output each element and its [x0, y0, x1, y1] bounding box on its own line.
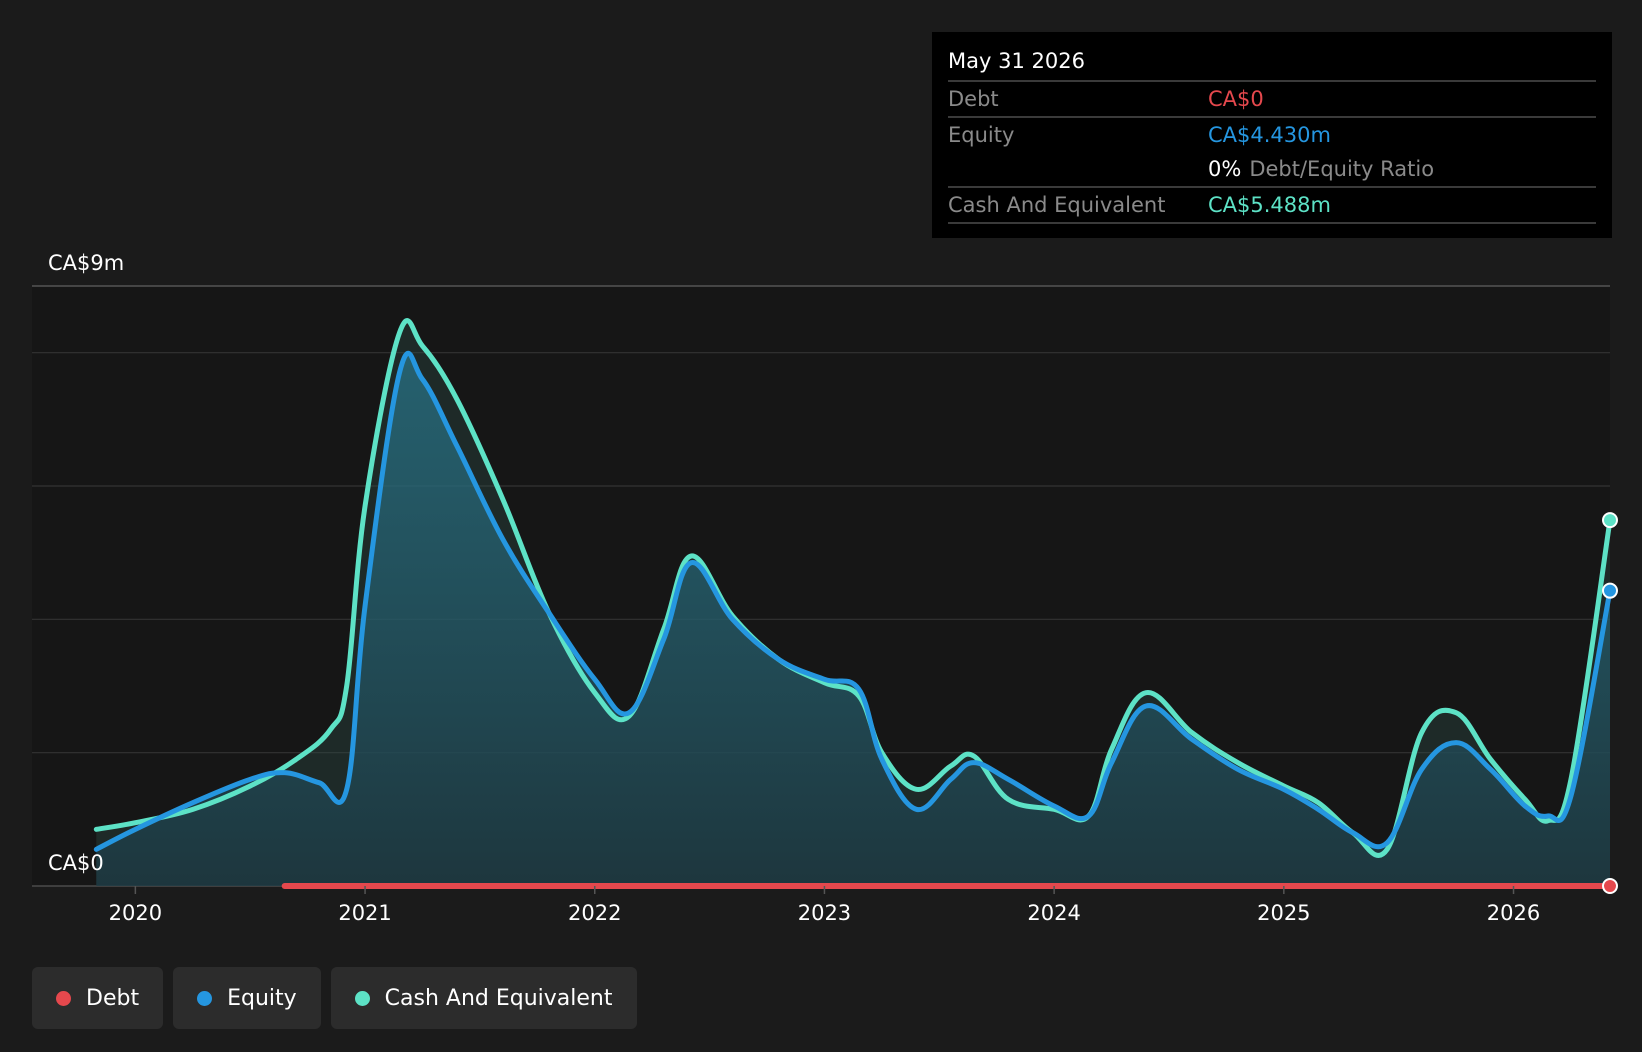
- chart-legend: Debt Equity Cash And Equivalent: [32, 967, 637, 1029]
- x-tick-label: 2026: [1487, 901, 1540, 925]
- tooltip-equity-label: Equity: [948, 123, 1015, 147]
- tooltip-cash-value: CA$5.488m: [1208, 193, 1331, 217]
- x-tick-label: 2021: [338, 901, 391, 925]
- tooltip-row-ratio: 0% Debt/Equity Ratio: [948, 152, 1596, 186]
- tooltip-row-cash: Cash And Equivalent CA$5.488m: [948, 186, 1596, 224]
- x-axis-ticks: 2020 2021 2022 2023 2024 2025 2026: [109, 886, 1540, 925]
- equity-dot-icon: [197, 990, 213, 1006]
- x-tick-label: 2023: [798, 901, 851, 925]
- debt-dot-icon: [56, 990, 71, 1006]
- end-marker-debt: [1602, 878, 1618, 894]
- legend-item-equity[interactable]: Equity: [173, 967, 321, 1029]
- legend-label-cash: Cash And Equivalent: [384, 985, 613, 1011]
- x-tick-label: 2024: [1027, 901, 1080, 925]
- tooltip-ratio-label: Debt/Equity Ratio: [1249, 157, 1435, 181]
- tooltip-row-equity: Equity CA$4.430m: [948, 116, 1596, 152]
- legend-item-debt[interactable]: Debt: [32, 967, 164, 1029]
- y-axis-top-label: CA$9m: [48, 251, 124, 275]
- tooltip-debt-label: Debt: [948, 87, 999, 111]
- tooltip-cash-label: Cash And Equivalent: [948, 193, 1166, 217]
- tooltip-panel: May 31 2026 Debt CA$0 Equity CA$4.430m 0…: [932, 32, 1612, 238]
- y-axis-bottom-label: CA$0: [48, 851, 104, 875]
- tooltip-date: May 31 2026: [948, 49, 1085, 73]
- cash-dot-icon: [354, 990, 370, 1006]
- tooltip-ratio-value: 0%: [1208, 157, 1242, 181]
- end-marker-cash: [1602, 512, 1618, 529]
- legend-label-equity: Equity: [227, 985, 297, 1011]
- x-tick-label: 2022: [568, 901, 621, 925]
- end-marker-equity: [1602, 582, 1618, 599]
- tooltip-row-debt: Debt CA$0: [948, 80, 1596, 116]
- tooltip-debt-value: CA$0: [1208, 87, 1264, 111]
- tooltip-equity-value: CA$4.430m: [1208, 123, 1331, 147]
- legend-label-debt: Debt: [86, 985, 140, 1011]
- legend-item-cash[interactable]: Cash And Equivalent: [330, 967, 637, 1029]
- x-tick-label: 2020: [109, 901, 162, 925]
- x-tick-label: 2025: [1257, 901, 1310, 925]
